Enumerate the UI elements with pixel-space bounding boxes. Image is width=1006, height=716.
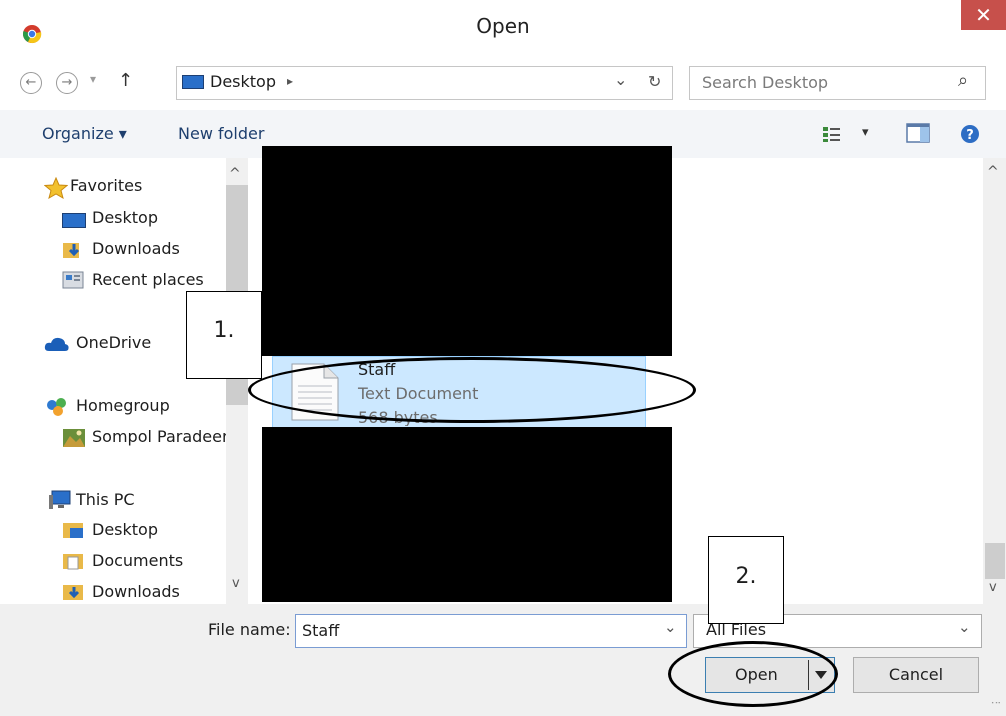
nav-scroll-up-arrow[interactable]: ^ (229, 166, 241, 182)
cancel-button[interactable]: Cancel (853, 657, 979, 693)
address-segment-desktop[interactable]: Desktop (210, 72, 276, 91)
downloads-icon (63, 243, 80, 258)
computer-icon (49, 490, 71, 509)
nav-homegroup-user[interactable]: Sompol Paradeer (92, 423, 229, 451)
nav-this-pc-desktop[interactable]: Desktop (92, 516, 158, 544)
svg-text:?: ? (966, 128, 974, 143)
annotation-callout-1: 1. (186, 291, 262, 379)
search-icon: ⌕ (958, 70, 969, 91)
up-button[interactable]: ↑ (118, 70, 133, 91)
dialog-title: Open (476, 14, 530, 38)
nav-favorites-recent-places[interactable]: Recent places (92, 266, 204, 294)
new-folder-button[interactable]: New folder (178, 124, 264, 143)
file-scroll-down-arrow[interactable]: v (989, 580, 997, 595)
nav-this-pc[interactable]: This PC (76, 486, 135, 514)
recent-locations-dropdown[interactable]: ▾ (90, 72, 96, 86)
back-button[interactable]: ← (20, 72, 42, 94)
documents-icon (63, 554, 83, 570)
navigation-pane: Favorites Desktop Downloads Recent place… (0, 158, 250, 604)
preview-pane-icon[interactable] (906, 123, 930, 143)
desktop-icon (62, 213, 86, 228)
file-name-value: Staff (302, 621, 340, 640)
nav-onedrive[interactable]: OneDrive (76, 329, 151, 357)
nav-favorites-desktop[interactable]: Desktop (92, 204, 158, 232)
organize-button[interactable]: Organize ▾ (42, 124, 127, 143)
file-scroll-thumb[interactable] (985, 543, 1005, 579)
nav-this-pc-documents[interactable]: Documents (92, 547, 183, 575)
homegroup-icon (47, 398, 66, 416)
annotation-oval-file (248, 357, 696, 423)
help-icon[interactable]: ? (960, 124, 980, 144)
file-name-input[interactable] (295, 614, 687, 648)
refresh-button[interactable]: ↻ (648, 72, 661, 91)
user-avatar-icon (63, 429, 85, 447)
desktop-folder-icon (63, 523, 83, 538)
resize-grip[interactable]: ⠠⠤ (988, 698, 1001, 712)
file-type-dropdown[interactable]: ⌄ (958, 618, 971, 636)
desktop-icon (182, 75, 204, 89)
nav-favorites[interactable]: Favorites (70, 172, 142, 200)
file-name-dropdown[interactable]: ⌄ (664, 618, 677, 636)
redaction-block-top (262, 146, 672, 356)
file-list-scrollbar[interactable] (983, 158, 1006, 604)
redaction-block-bottom (262, 427, 672, 602)
file-name-label: File name: (208, 620, 291, 639)
close-button[interactable]: ✕ (961, 0, 1006, 30)
nav-scroll-down-arrow[interactable]: v (232, 576, 240, 591)
view-options-dropdown[interactable]: ▾ (862, 125, 869, 140)
address-separator-arrow[interactable]: ▸ (287, 74, 293, 88)
nav-homegroup[interactable]: Homegroup (76, 392, 170, 420)
nav-favorites-downloads[interactable]: Downloads (92, 235, 180, 263)
downloads-icon (63, 585, 83, 600)
search-placeholder: Search Desktop (702, 73, 829, 92)
cloud-icon (44, 337, 69, 351)
annotation-callout-2: 2. (708, 536, 784, 624)
annotation-oval-open (668, 641, 838, 707)
address-dropdown[interactable]: ⌄ (614, 70, 627, 89)
forward-button[interactable]: → (56, 72, 78, 94)
change-view-icon[interactable] (822, 125, 842, 143)
star-icon (44, 177, 68, 199)
recent-places-icon (62, 271, 84, 289)
file-scroll-up-arrow[interactable]: ^ (987, 164, 999, 180)
nav-this-pc-downloads[interactable]: Downloads (92, 578, 180, 604)
